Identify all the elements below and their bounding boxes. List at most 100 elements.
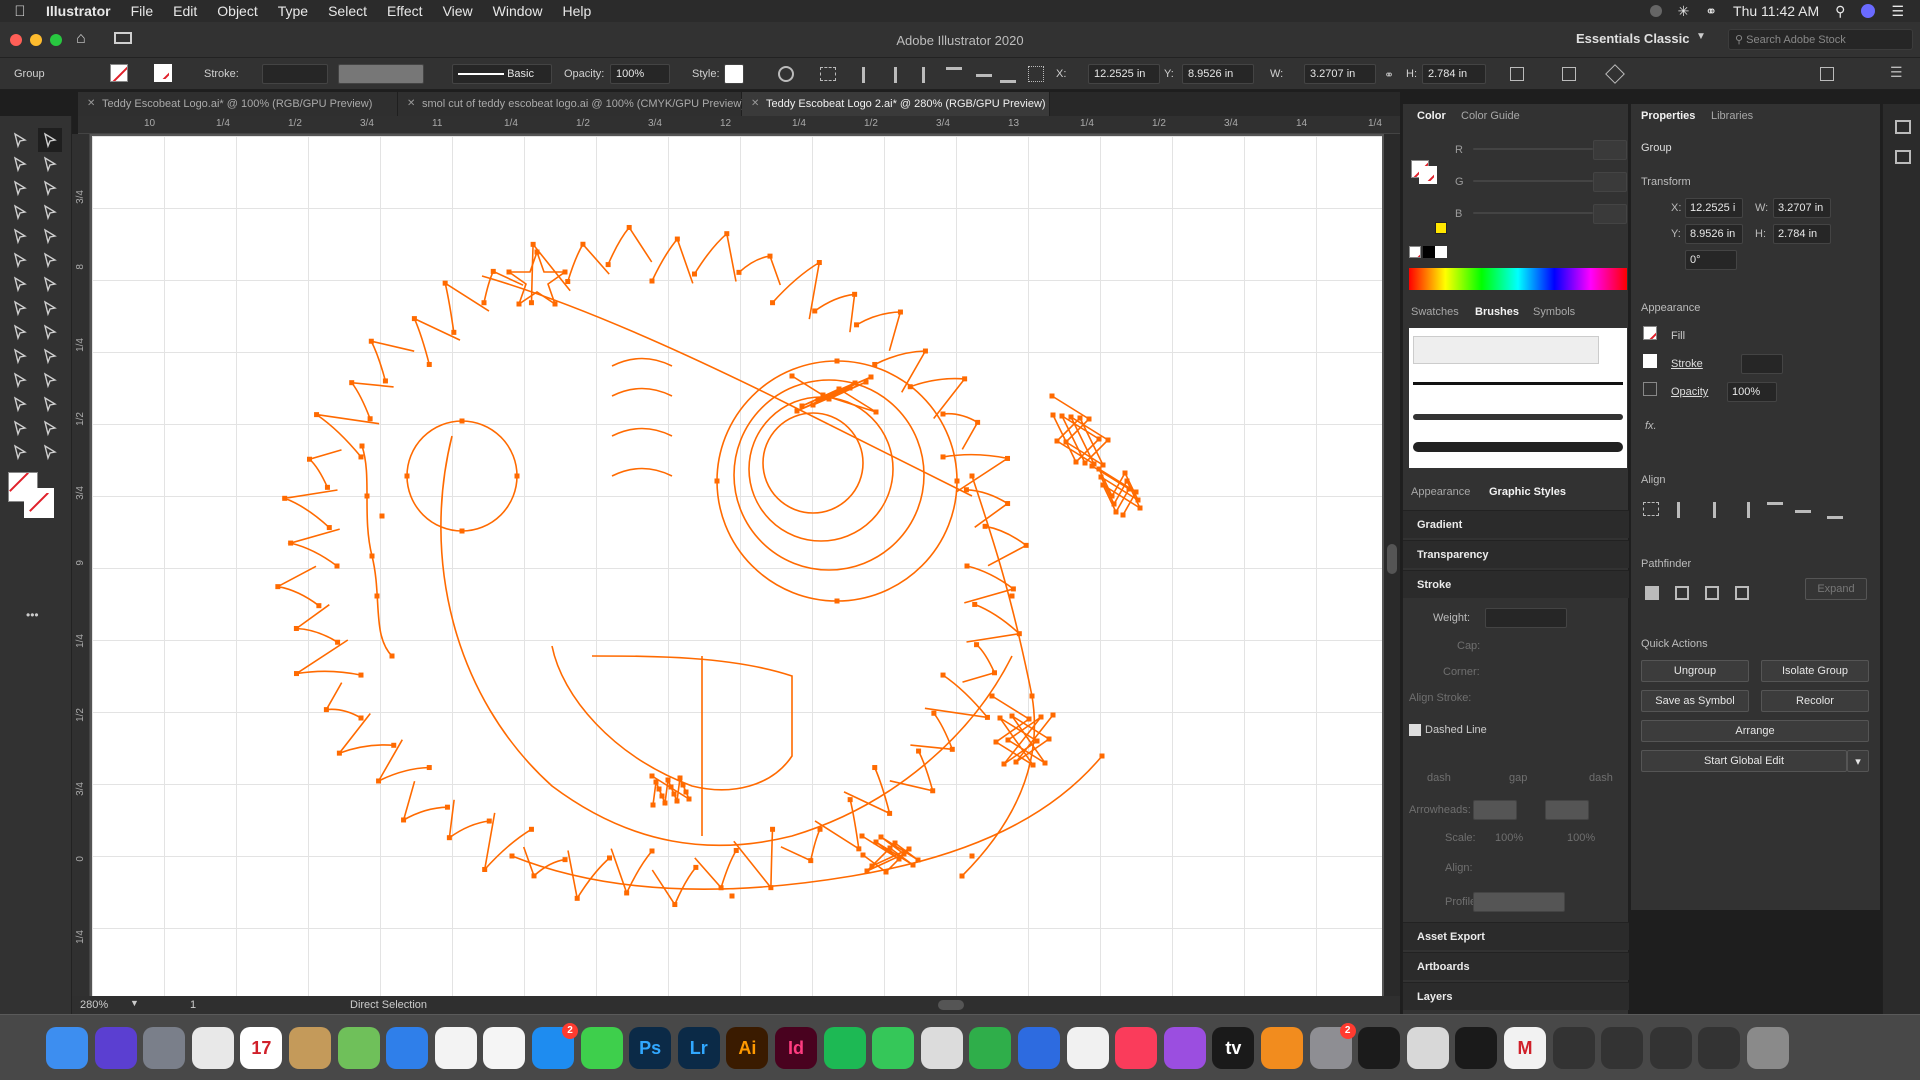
anchor-point[interactable]	[1113, 509, 1119, 515]
anchor-point[interactable]	[659, 793, 665, 799]
anchor-point[interactable]	[729, 893, 735, 899]
menu-effect[interactable]: Effect	[377, 3, 433, 19]
brush-line-1[interactable]	[1413, 382, 1623, 385]
stroke-weight-input[interactable]	[1485, 608, 1567, 628]
section-transparency[interactable]: Transparency	[1403, 540, 1629, 568]
chevron-down-icon[interactable]: ▼	[130, 998, 139, 1008]
anchor-point[interactable]	[562, 269, 568, 275]
tab-color[interactable]: Color	[1417, 110, 1446, 122]
dock-app-window-3[interactable]	[1649, 1027, 1692, 1069]
panel-menu-icon[interactable]: ☰	[1890, 64, 1903, 81]
anchor-point[interactable]	[847, 385, 853, 391]
dock-app-indesign[interactable]: Id	[775, 1027, 817, 1069]
anchor-point[interactable]	[671, 791, 677, 797]
transform-icon[interactable]	[1510, 67, 1524, 81]
right-eye-ring[interactable]	[733, 379, 925, 571]
anchor-point[interactable]	[724, 231, 730, 237]
selected-artwork-group[interactable]	[92, 136, 1382, 996]
recolor-icon[interactable]	[778, 66, 794, 82]
anchor-point[interactable]	[275, 584, 281, 590]
anchor-point[interactable]	[672, 902, 678, 908]
anchor-point[interactable]	[854, 322, 860, 328]
anchor-point[interactable]	[812, 308, 818, 314]
tab-brushes[interactable]: Brushes	[1475, 306, 1519, 318]
anchor-point[interactable]	[873, 839, 879, 845]
anchor-point[interactable]	[1120, 512, 1126, 518]
dock-app-system-preferences[interactable]: 2	[1309, 1023, 1356, 1069]
anchor-point[interactable]	[534, 249, 540, 255]
menu-object[interactable]: Object	[207, 3, 267, 19]
anchor-point[interactable]	[1050, 412, 1056, 418]
dock-app-script-editor[interactable]	[1406, 1027, 1449, 1069]
eyedropper-tool-icon[interactable]	[8, 368, 32, 392]
x-field[interactable]: 12.2525 in	[1088, 64, 1160, 84]
variable-width-profile[interactable]	[338, 64, 424, 84]
anchor-point[interactable]	[680, 782, 686, 788]
properties-panel-icon[interactable]	[1895, 120, 1911, 134]
prop-w-field[interactable]: 3.2707 in	[1773, 198, 1831, 218]
anchor-point[interactable]	[336, 750, 342, 756]
anchor-point[interactable]	[683, 789, 689, 795]
mesh-tool-icon[interactable]	[8, 344, 32, 368]
anchor-point[interactable]	[516, 301, 522, 307]
anchor-point[interactable]	[531, 873, 537, 879]
section-stroke[interactable]: Stroke	[1403, 570, 1629, 598]
anchor-point[interactable]	[1137, 505, 1143, 511]
anchor-point[interactable]	[1111, 501, 1117, 507]
toolbar-stroke-swatch[interactable]	[24, 488, 54, 518]
anchor-point[interactable]	[993, 739, 999, 745]
anchor-point[interactable]	[1038, 714, 1044, 720]
anchor-point[interactable]	[389, 653, 395, 659]
b-field[interactable]	[1593, 204, 1627, 224]
align-to-selection-icon[interactable]	[1643, 502, 1659, 516]
anchor-point[interactable]	[974, 642, 980, 648]
lasso-tool-icon[interactable]	[38, 152, 62, 176]
menu-select[interactable]: Select	[318, 3, 377, 19]
line-tool-icon[interactable]	[38, 200, 62, 224]
workspace-switcher[interactable]: Essentials Classic	[1576, 31, 1689, 46]
appearance-stroke-weight[interactable]	[1741, 354, 1783, 374]
anchor-point[interactable]	[820, 392, 826, 398]
stroke-weight-field[interactable]	[262, 64, 328, 84]
zoom-tool-icon[interactable]	[38, 440, 62, 464]
dock-app-facetime[interactable]	[872, 1027, 915, 1069]
anchor-point[interactable]	[816, 260, 822, 266]
b-slider[interactable]	[1473, 212, 1593, 214]
notification-center-icon[interactable]: ☰	[1891, 3, 1904, 20]
anchor-point[interactable]	[562, 857, 568, 863]
dock-app-messages[interactable]	[580, 1027, 623, 1069]
wifi-icon[interactable]: ⚭	[1705, 3, 1717, 20]
right-cheek-line[interactable]	[961, 475, 1036, 877]
anchor-point[interactable]	[1099, 753, 1105, 759]
anchor-point[interactable]	[949, 746, 955, 752]
anchor-point[interactable]	[605, 262, 611, 268]
anchor-point[interactable]	[444, 804, 450, 810]
anchor-point[interactable]	[954, 478, 960, 484]
rotate-angle-field[interactable]: 0°	[1685, 250, 1737, 270]
detail-patch[interactable]	[1051, 395, 1110, 468]
anchor-point[interactable]	[374, 593, 380, 599]
anchor-point[interactable]	[1122, 470, 1128, 476]
rotate-tool-icon[interactable]	[8, 272, 32, 296]
anchor-point[interactable]	[649, 848, 655, 854]
anchor-point[interactable]	[368, 338, 374, 344]
vertical-ruler[interactable]: 3/4 8 1/4 1/2 3/4 9 1/4 1/2 3/4 0 1/4	[72, 134, 90, 1000]
blend-tool-icon[interactable]	[38, 368, 62, 392]
anchor-point[interactable]	[767, 253, 773, 259]
anchor-point[interactable]	[649, 773, 655, 779]
anchor-point[interactable]	[626, 224, 632, 230]
menu-app-name[interactable]: Illustrator	[40, 3, 121, 19]
anchor-point[interactable]	[288, 540, 294, 546]
anchor-point[interactable]	[969, 473, 975, 479]
dock-app-numbers[interactable]	[969, 1027, 1012, 1069]
anchor-point[interactable]	[490, 268, 496, 274]
rectangle-tool-icon[interactable]	[8, 224, 32, 248]
anchor-point[interactable]	[650, 802, 656, 808]
anchor-point[interactable]	[940, 454, 946, 460]
appearance-fill-swatch[interactable]	[1643, 326, 1657, 340]
anchor-point[interactable]	[872, 765, 878, 771]
record-icon[interactable]	[1649, 5, 1662, 17]
dock-app-lightroom[interactable]: Lr	[677, 1027, 720, 1069]
brow-line[interactable]	[481, 275, 973, 497]
anchor-point[interactable]	[674, 236, 680, 242]
